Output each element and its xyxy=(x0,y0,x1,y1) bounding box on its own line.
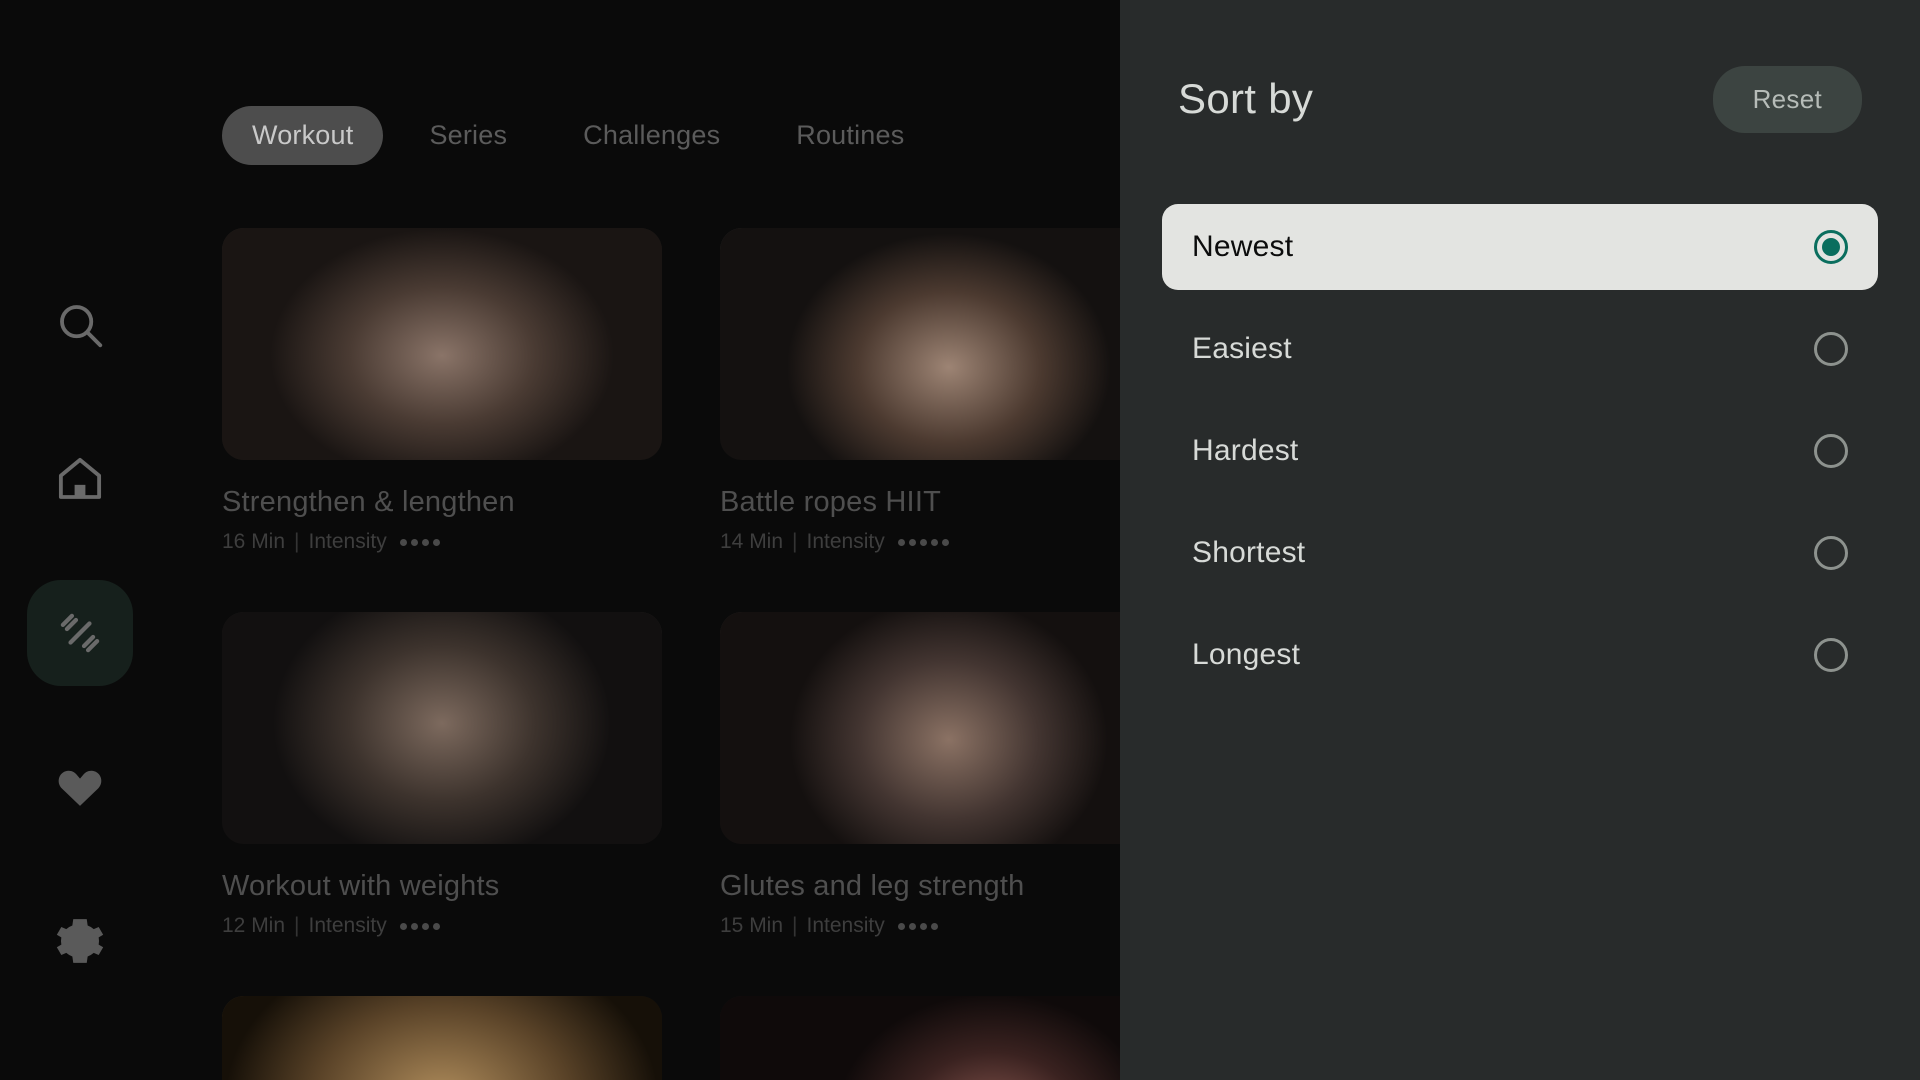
intensity-dots xyxy=(897,538,949,546)
gear-icon xyxy=(53,914,107,968)
workout-title: Strengthen & lengthen xyxy=(222,486,515,518)
radio-unselected-icon[interactable] xyxy=(1814,638,1848,672)
option-spacer xyxy=(1162,290,1878,306)
intensity-dot xyxy=(432,922,440,930)
intensity-dot xyxy=(908,922,916,930)
intensity-dot xyxy=(399,922,407,930)
intensity-dot xyxy=(919,538,927,546)
sidebar-item-home[interactable] xyxy=(27,426,133,532)
radio-selected-icon[interactable] xyxy=(1814,230,1848,264)
intensity-dot xyxy=(930,538,938,546)
heart-icon xyxy=(53,760,107,814)
meta-separator: | xyxy=(294,914,300,937)
workout-title: Battle ropes HIIT xyxy=(720,486,941,518)
sort-option-label: Shortest xyxy=(1192,536,1306,569)
workout-meta: 12 Min | Intensity xyxy=(222,914,662,938)
intensity-dots xyxy=(399,538,440,546)
intensity-dots xyxy=(399,922,440,930)
intensity-dot xyxy=(941,538,949,546)
intensity-label: Intensity xyxy=(806,530,885,553)
intensity-label: Intensity xyxy=(806,914,885,937)
intensity-dot xyxy=(399,538,407,546)
tab-bar: Workout Series Challenges Routines xyxy=(222,106,934,165)
intensity-dots xyxy=(897,922,938,930)
workout-card[interactable]: Strengthen & lengthen 16 Min | Intensity xyxy=(222,228,662,554)
workout-duration: 14 Min xyxy=(720,530,784,553)
sidebar-item-favorites[interactable] xyxy=(27,734,133,840)
home-icon xyxy=(53,452,107,506)
sort-option-shortest[interactable]: Shortest xyxy=(1162,510,1878,596)
search-icon xyxy=(53,298,107,352)
page-title: Sort by xyxy=(1178,75,1314,122)
workout-card[interactable] xyxy=(720,996,1160,1080)
radio-unselected-icon[interactable] xyxy=(1814,434,1848,468)
radio-unselected-icon[interactable] xyxy=(1814,332,1848,366)
workout-title: Glutes and leg strength xyxy=(720,870,1025,902)
intensity-dot xyxy=(897,538,905,546)
meta-separator: | xyxy=(294,530,300,553)
tab-series[interactable]: Series xyxy=(399,106,537,165)
workout-meta: 15 Min | Intensity xyxy=(720,914,1160,938)
workout-title: Workout with weights xyxy=(222,870,500,902)
sort-option-label: Longest xyxy=(1192,638,1301,671)
workout-card[interactable]: Battle ropes HIIT 14 Min | Intensity xyxy=(720,228,1160,554)
sort-panel: Sort by Reset Newest Easiest Hardest Shorte… xyxy=(1120,0,1920,1080)
tab-routines[interactable]: Routines xyxy=(766,106,934,165)
workout-thumbnail xyxy=(222,228,662,460)
radio-unselected-icon[interactable] xyxy=(1814,536,1848,570)
workout-thumbnail xyxy=(222,612,662,844)
intensity-dot xyxy=(908,538,916,546)
tab-workout[interactable]: Workout xyxy=(222,106,384,165)
intensity-label: Intensity xyxy=(308,914,387,937)
sort-option-label: Newest xyxy=(1192,230,1294,263)
intensity-dot xyxy=(897,922,905,930)
workout-thumbnail xyxy=(720,228,1160,460)
app-root: Workout Series Challenges Routines Strength… xyxy=(0,0,1920,1080)
intensity-label: Intensity xyxy=(308,530,387,553)
sidebar-item-settings[interactable] xyxy=(27,888,133,994)
intensity-dot xyxy=(919,922,927,930)
sort-option-hardest[interactable]: Hardest xyxy=(1162,408,1878,494)
sidebar-item-search[interactable] xyxy=(27,272,133,378)
workout-duration: 15 Min xyxy=(720,914,784,937)
sort-options-list: Newest Easiest Hardest Shortest Longest xyxy=(1162,204,1878,698)
reset-button[interactable]: Reset xyxy=(1712,65,1862,133)
intensity-dot xyxy=(410,538,418,546)
workout-card[interactable]: Workout with weights 12 Min | Intensity xyxy=(222,612,662,938)
intensity-dot xyxy=(432,538,440,546)
sidebar-nav xyxy=(0,0,160,1080)
workout-meta: 14 Min | Intensity xyxy=(720,530,1160,554)
sort-option-easiest[interactable]: Easiest xyxy=(1162,306,1878,392)
workout-thumbnail xyxy=(720,996,1160,1080)
sort-option-newest[interactable]: Newest xyxy=(1162,204,1878,290)
option-spacer xyxy=(1162,392,1878,408)
workout-duration: 16 Min xyxy=(222,530,286,553)
meta-separator: | xyxy=(792,530,798,553)
sort-option-label: Hardest xyxy=(1192,434,1299,467)
intensity-dot xyxy=(421,922,429,930)
dumbbell-icon xyxy=(53,606,107,660)
sidebar-item-workouts[interactable] xyxy=(27,580,133,686)
workout-duration: 12 Min xyxy=(222,914,286,937)
workout-card[interactable]: Glutes and leg strength 15 Min | Intensity xyxy=(720,612,1160,938)
intensity-dot xyxy=(421,538,429,546)
intensity-dot xyxy=(410,922,418,930)
tab-challenges[interactable]: Challenges xyxy=(553,106,750,165)
option-spacer xyxy=(1162,494,1878,510)
option-spacer xyxy=(1162,596,1878,612)
workout-card[interactable] xyxy=(222,996,662,1080)
intensity-dot xyxy=(930,922,938,930)
meta-separator: | xyxy=(792,914,798,937)
sort-option-label: Easiest xyxy=(1192,332,1292,365)
sort-option-longest[interactable]: Longest xyxy=(1162,612,1878,698)
workout-thumbnail xyxy=(222,996,662,1080)
workout-thumbnail xyxy=(720,612,1160,844)
sort-panel-header: Sort by Reset xyxy=(1178,62,1862,136)
workout-meta: 16 Min | Intensity xyxy=(222,530,662,554)
